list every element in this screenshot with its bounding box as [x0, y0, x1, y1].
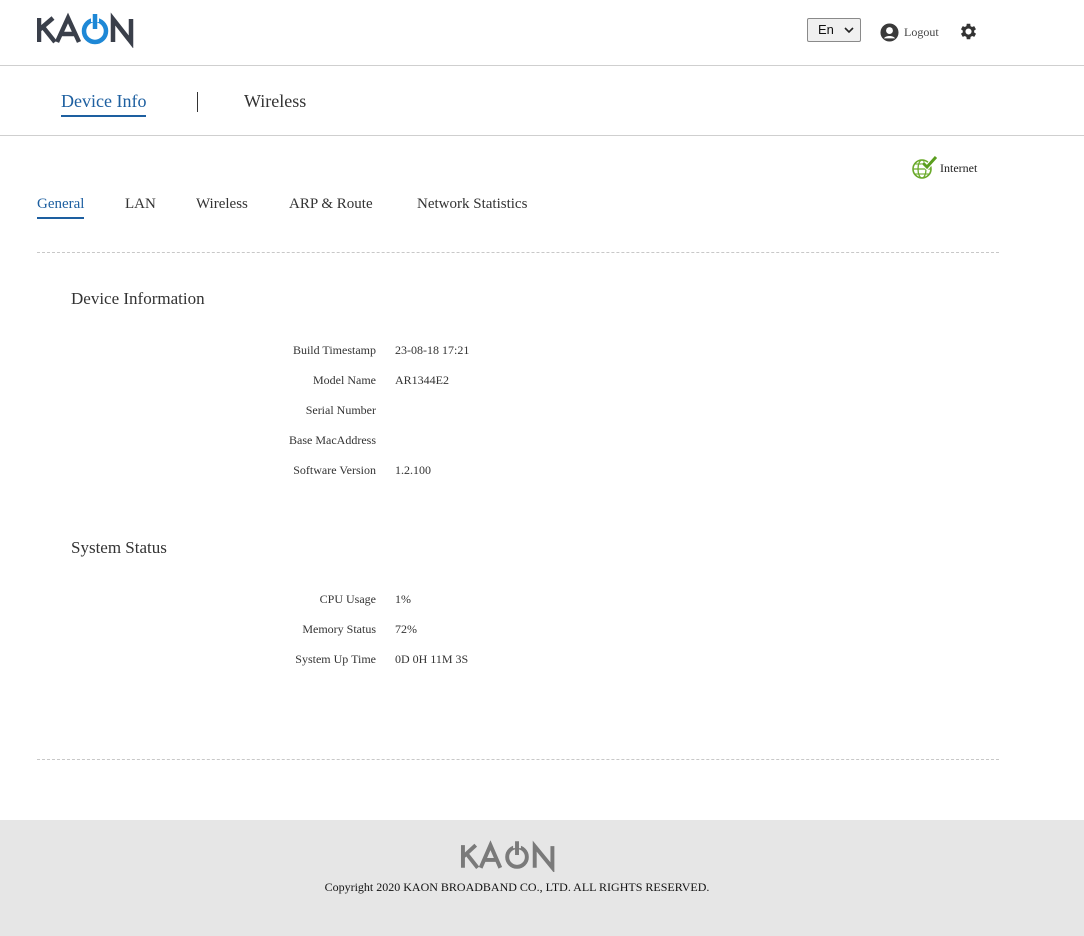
logout-button[interactable]: Logout [880, 22, 939, 42]
model-name-value: AR1344E2 [395, 373, 449, 387]
divider-top [37, 252, 999, 253]
memory-status-value: 72% [395, 622, 417, 636]
footer: Copyright 2020 KAON BROADBAND CO., LTD. … [0, 820, 1084, 936]
logout-label: Logout [904, 24, 939, 39]
system-up-time-value: 0D 0H 11M 3S [395, 652, 469, 666]
base-mac-address-label: Base MacAddress [289, 433, 376, 447]
internet-status: Internet [911, 156, 977, 180]
system-status-title: System Status [71, 538, 167, 557]
cpu-usage-label: CPU Usage [319, 592, 376, 606]
nav-divider [197, 92, 198, 112]
internet-status-label: Internet [940, 160, 978, 175]
memory-status-label: Memory Status [302, 622, 376, 636]
main-nav: Device Info Wireless [0, 66, 1084, 136]
divider-bottom [37, 759, 999, 760]
build-timestamp-value: 23-08-18 17:21 [395, 343, 470, 357]
language-select[interactable]: En [807, 18, 861, 42]
model-name-label: Model Name [313, 373, 376, 387]
software-version-label: Software Version [293, 463, 376, 477]
build-timestamp-label: Build Timestamp [292, 343, 376, 357]
subtab-network-statistics[interactable]: Network Statistics [417, 196, 527, 213]
tab-wireless[interactable]: Wireless [244, 91, 306, 112]
user-icon [880, 22, 899, 42]
cpu-usage-value: 1% [395, 592, 411, 606]
subtab-lan[interactable]: LAN [125, 196, 156, 213]
tab-device-info[interactable]: Device Info [61, 91, 147, 117]
chevron-down-icon [844, 27, 854, 34]
kaon-logo[interactable] [37, 12, 155, 48]
device-information-title: Device Information [71, 289, 205, 308]
copyright-text: Copyright 2020 KAON BROADBAND CO., LTD. … [324, 880, 710, 894]
globe-check-icon [912, 156, 937, 179]
subtab-arp-route[interactable]: ARP & Route [289, 196, 373, 213]
system-up-time-label: System Up Time [295, 652, 376, 666]
serial-number-label: Serial Number [305, 403, 376, 417]
software-version-value: 1.2.100 [395, 463, 431, 477]
subtab-wireless[interactable]: Wireless [196, 196, 248, 213]
subtab-general[interactable]: General [37, 196, 85, 219]
kaon-footer-logo [460, 840, 555, 872]
gear-icon[interactable] [958, 21, 979, 42]
language-select-value: En [818, 22, 834, 37]
top-header: En Logout [0, 0, 1084, 66]
